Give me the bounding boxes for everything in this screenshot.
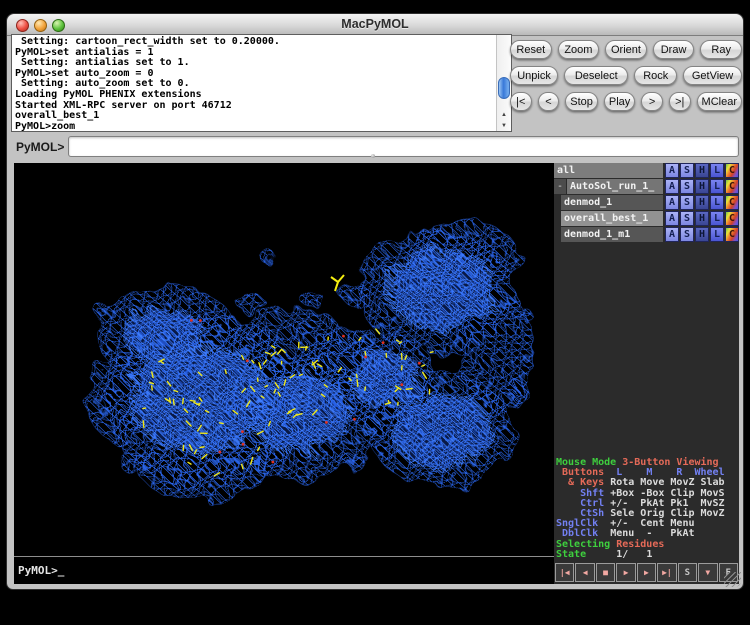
command-input[interactable] (68, 136, 739, 157)
hide-button[interactable]: H (695, 227, 709, 242)
toolbar: Reset Zoom Orient Draw Ray Unpick Deselect Rock… (510, 40, 742, 118)
deselect-button[interactable]: Deselect (564, 66, 628, 85)
menu-down-button[interactable]: ▼ (698, 563, 717, 582)
label-button[interactable]: L (710, 227, 724, 242)
object-list: allASHLC-AutoSol_run_1_ASHLCdenmod_1ASHL… (554, 163, 739, 242)
color-button[interactable]: C (725, 179, 739, 194)
color-button[interactable]: C (725, 163, 739, 178)
getview-button[interactable]: GetView (683, 66, 742, 85)
label-button[interactable]: L (710, 195, 724, 210)
viewport-command-line[interactable]: PyMOL>_ (14, 556, 554, 584)
viewport[interactable]: allASHLC-AutoSol_run_1_ASHLCdenmod_1ASHL… (14, 163, 739, 584)
rewind-start-button[interactable]: |◀ (555, 563, 574, 582)
skip-end-button[interactable]: ▶| (657, 563, 676, 582)
console-line: Setting: cartoon_rect_width set to 0.200… (15, 37, 494, 48)
scrollbar-thumb[interactable] (498, 77, 510, 99)
mouse-panel-line: State 1/ 1 (556, 550, 738, 560)
nav-button[interactable]: >| (669, 92, 691, 111)
mclear-button[interactable]: MClear (697, 92, 742, 111)
object-row: denmod_1ASHLC (554, 195, 739, 210)
object-row: allASHLC (554, 163, 739, 178)
object-name[interactable]: denmod_1 (561, 195, 663, 210)
scene-button[interactable]: S (678, 563, 697, 582)
prompt-label: PyMOL> (16, 140, 64, 154)
action-button[interactable]: A (665, 179, 679, 194)
object-name[interactable]: AutoSol_run_1_ (567, 179, 663, 194)
density-mesh-rendering (14, 163, 554, 584)
orient-button[interactable]: Orient (605, 40, 647, 59)
hide-button[interactable]: H (695, 211, 709, 226)
collapse-group-icon[interactable]: - (554, 179, 566, 194)
console-log: Setting: cartoon_rect_width set to 0.200… (15, 37, 494, 131)
step-back-button[interactable]: ◀ (575, 563, 594, 582)
show-button[interactable]: S (680, 227, 694, 242)
action-button[interactable]: A (665, 211, 679, 226)
console-scrollbar[interactable]: ▲ ▼ (496, 35, 511, 131)
color-button[interactable]: C (725, 211, 739, 226)
output-console[interactable]: Setting: cartoon_rect_width set to 0.200… (11, 34, 512, 132)
hide-button[interactable]: H (695, 195, 709, 210)
movie-controls: |◀◀■▶▶▶|S▼F (555, 563, 738, 582)
hide-button[interactable]: H (695, 163, 709, 178)
title-bar[interactable]: MacPyMOL (7, 14, 743, 36)
label-button[interactable]: L (710, 211, 724, 226)
action-button[interactable]: A (665, 195, 679, 210)
label-button[interactable]: L (710, 163, 724, 178)
object-name[interactable]: denmod_1_m1 (561, 227, 663, 242)
label-button[interactable]: L (710, 179, 724, 194)
scroll-down-icon[interactable]: ▼ (501, 123, 507, 129)
object-name[interactable]: overall_best_1 (561, 211, 663, 226)
resize-grip[interactable] (724, 572, 741, 587)
nav-button[interactable]: |< (510, 92, 532, 111)
action-button[interactable]: A (665, 163, 679, 178)
step-forward-button[interactable]: ▶ (637, 563, 656, 582)
console-line: Loading PyMOL PHENIX extensions (15, 90, 494, 101)
show-button[interactable]: S (680, 211, 694, 226)
macpymol-window: MacPyMOL Setting: cartoon_rect_width set… (6, 13, 744, 590)
stop-button[interactable]: Stop (565, 92, 598, 111)
show-button[interactable]: S (680, 163, 694, 178)
scroll-up-icon[interactable]: ▲ (501, 112, 507, 118)
play-button[interactable]: ▶ (616, 563, 635, 582)
reset-button[interactable]: Reset (510, 40, 552, 59)
console-line: PyMOL>zoom (15, 122, 494, 132)
rock-button[interactable]: Rock (634, 66, 677, 85)
zoom-button[interactable]: Zoom (558, 40, 600, 59)
ray-button[interactable]: Ray (700, 40, 742, 59)
object-row: -AutoSol_run_1_ASHLC (554, 179, 739, 194)
hide-button[interactable]: H (695, 179, 709, 194)
draw-button[interactable]: Draw (653, 40, 695, 59)
play-button[interactable]: Play (604, 92, 635, 111)
internal-gui-panel: allASHLC-AutoSol_run_1_ASHLCdenmod_1ASHL… (554, 163, 739, 584)
window-title: MacPyMOL (7, 17, 743, 31)
action-button[interactable]: A (665, 227, 679, 242)
unpick-button[interactable]: Unpick (510, 66, 558, 85)
show-button[interactable]: S (680, 195, 694, 210)
stop-button[interactable]: ■ (596, 563, 615, 582)
mouse-mode-panel: Mouse Mode 3-Button Viewing Buttons L M … (556, 458, 738, 560)
nav-button[interactable]: < (538, 92, 560, 111)
object-name[interactable]: all (554, 163, 663, 178)
divider-handle[interactable] (371, 154, 375, 158)
viewport-prompt: PyMOL>_ (18, 564, 64, 577)
color-button[interactable]: C (725, 195, 739, 210)
show-button[interactable]: S (680, 179, 694, 194)
console-line: overall_best_1 (15, 111, 494, 122)
object-row: denmod_1_m1ASHLC (554, 227, 739, 242)
nav-button[interactable]: > (641, 92, 663, 111)
object-row: overall_best_1ASHLC (554, 211, 739, 226)
color-button[interactable]: C (725, 227, 739, 242)
